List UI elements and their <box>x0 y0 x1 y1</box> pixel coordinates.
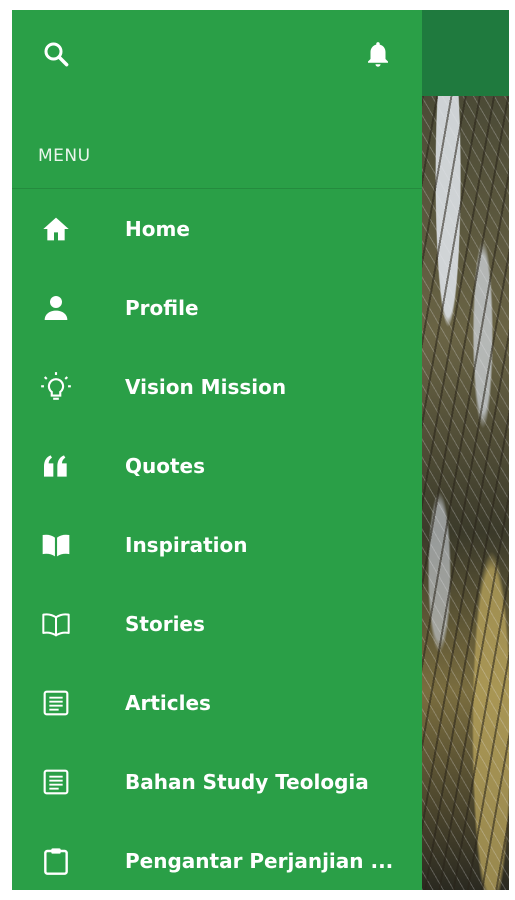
menu-item-label: Pengantar Perjanjian ... <box>125 848 394 873</box>
menu-item-label: Quotes <box>125 453 206 478</box>
screen: MENU Home Profile Vision Mission Quotes … <box>12 10 509 890</box>
open-book-filled-icon <box>38 527 74 563</box>
menu-item-pengantar-perjanjian[interactable]: Pengantar Perjanjian ... <box>12 821 422 890</box>
menu-item-inspiration[interactable]: Inspiration <box>12 505 422 584</box>
clipboard-icon <box>38 843 74 879</box>
menu-item-label: Stories <box>125 611 205 636</box>
article-icon <box>38 764 74 800</box>
home-icon <box>38 211 74 247</box>
menu-item-vision-mission[interactable]: Vision Mission <box>12 347 422 426</box>
menu-item-label: Bahan Study Teologia <box>125 769 369 794</box>
lightbulb-icon <box>38 369 74 405</box>
drawer-header: MENU <box>12 10 422 189</box>
menu-item-articles[interactable]: Articles <box>12 663 422 742</box>
navigation-drawer: MENU Home Profile Vision Mission Quotes … <box>12 10 422 890</box>
menu-item-label: Home <box>125 216 190 241</box>
person-icon <box>38 290 74 326</box>
menu-item-stories[interactable]: Stories <box>12 584 422 663</box>
menu-item-home[interactable]: Home <box>12 189 422 268</box>
menu-section-label: MENU <box>38 146 91 166</box>
article-icon <box>38 685 74 721</box>
search-icon <box>41 39 71 69</box>
menu-item-label: Inspiration <box>125 532 248 557</box>
bell-icon <box>363 39 393 69</box>
search-button[interactable] <box>38 36 74 72</box>
menu-item-quotes[interactable]: Quotes <box>12 426 422 505</box>
notifications-button[interactable] <box>360 36 396 72</box>
menu-item-label: Vision Mission <box>125 374 287 399</box>
menu-list: Home Profile Vision Mission Quotes Inspi… <box>12 189 422 890</box>
menu-item-label: Profile <box>125 295 199 320</box>
background-forest-image <box>422 96 509 890</box>
open-book-outline-icon <box>38 606 74 642</box>
menu-item-bahan-study-teologia[interactable]: Bahan Study Teologia <box>12 742 422 821</box>
menu-item-label: Articles <box>125 690 211 715</box>
menu-item-profile[interactable]: Profile <box>12 268 422 347</box>
quote-icon <box>38 448 74 484</box>
background-app-bar <box>422 10 509 96</box>
